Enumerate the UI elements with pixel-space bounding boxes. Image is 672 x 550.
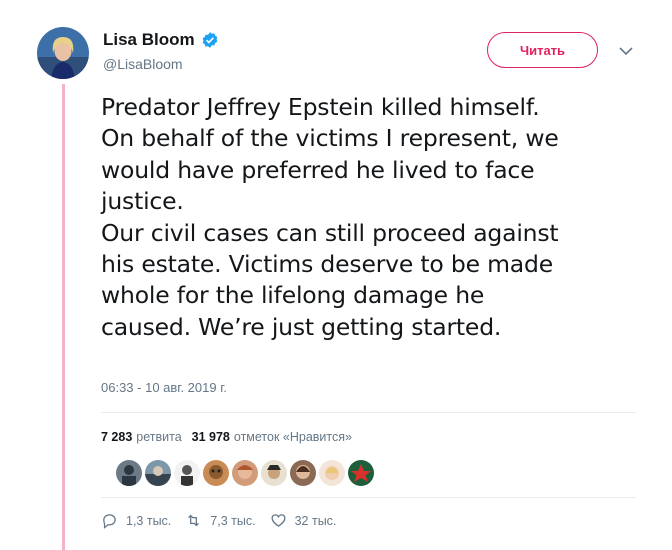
likes-stat[interactable]: 31 978 отметок «Нравится» [192,430,352,444]
author-name[interactable]: Lisa Bloom [103,30,195,50]
liker-avatar[interactable] [232,460,258,486]
liker-avatar[interactable] [145,460,171,486]
tweet-line: Our civil cases can still proceed agains… [101,218,559,247]
retweet-icon [188,514,200,527]
reply-icon [103,514,116,529]
tweet-line: caused. We’re just getting started. [101,312,502,341]
likes-count: 31 978 [191,430,230,444]
liker-avatars [116,460,374,486]
tweet-text: Predator Jeffrey Epstein killed himself.… [101,92,641,343]
retweets-count: 7 283 [101,430,133,444]
retweets-label: ретвита [136,430,182,444]
tweet-line: Predator Jeffrey Epstein killed himself. [101,93,540,121]
tweet-line: whole for the lifelong damage he [101,281,485,310]
like-count: 32 тыс. [294,513,337,528]
tweet-line: justice. [101,187,184,216]
heart-icon [271,514,286,527]
chevron-down-icon[interactable] [617,44,635,58]
tweet-timestamp[interactable]: 06:33 - 10 авг. 2019 г. [101,380,227,395]
liker-avatar[interactable] [261,460,287,486]
retweet-count: 7,3 тыс. [210,513,256,528]
author-name-row[interactable]: Lisa Bloom [103,30,219,50]
reply-count: 1,3 тыс. [126,513,172,528]
liker-avatar[interactable] [203,460,229,486]
likes-label: отметок «Нравится» [233,430,352,444]
follow-button[interactable]: Читать [487,32,598,68]
thread-line [62,84,65,550]
tweet-actions: 1,3 тыс. 7,3 тыс. 32 тыс. [101,512,350,529]
tweet-line: his estate. Victims deserve to be made [101,250,553,279]
liker-avatar[interactable] [319,460,345,486]
liker-avatar[interactable] [174,460,200,486]
liker-avatar[interactable] [348,460,374,486]
liker-avatar[interactable] [290,460,316,486]
divider [101,412,636,413]
like-button[interactable]: 32 тыс. [270,512,337,529]
tweet-line: On behalf of the victims I represent, we [101,124,559,153]
tweet-line: would have preferred he lived to face [101,155,535,184]
divider [101,497,636,498]
reply-button[interactable]: 1,3 тыс. [101,512,171,529]
author-handle[interactable]: @LisaBloom [103,56,183,72]
author-avatar[interactable] [37,27,89,79]
engagement-stats: 7 283 ретвита 31 978 отметок «Нравится» [101,430,352,444]
verified-badge-icon [202,32,217,48]
retweets-stat[interactable]: 7 283 ретвита [101,430,182,444]
retweet-button[interactable]: 7,3 тыс. [185,512,256,529]
liker-avatar[interactable] [116,460,142,486]
